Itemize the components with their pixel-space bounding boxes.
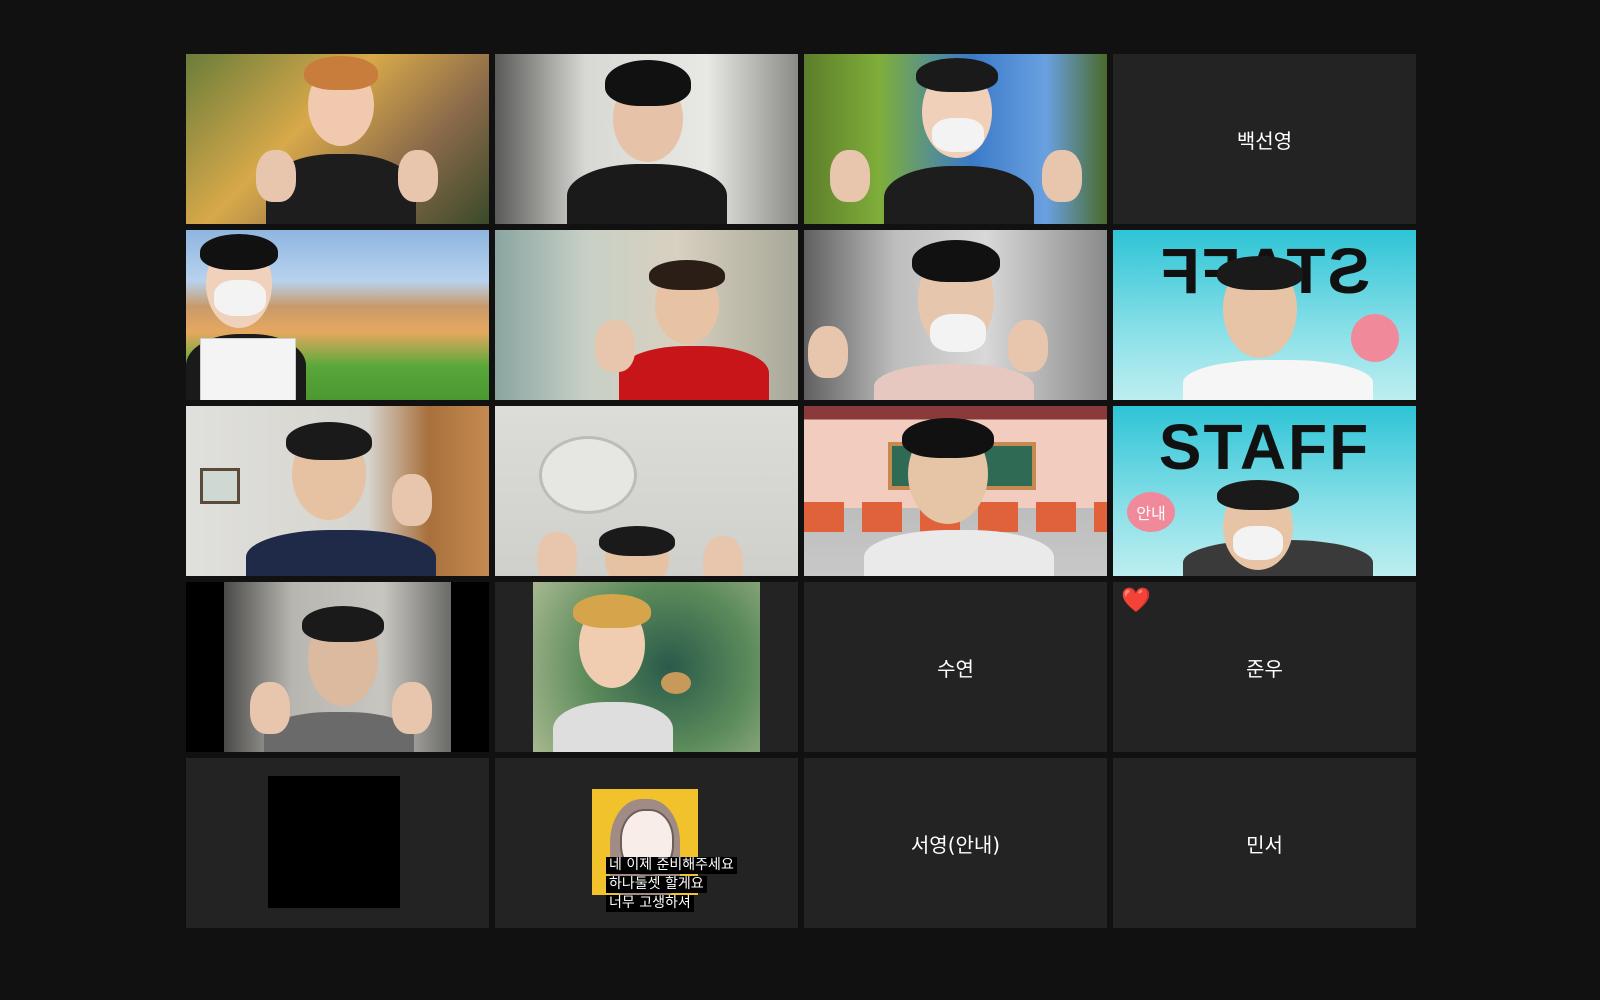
participant-tile-10[interactable] xyxy=(495,406,798,576)
participant-tile-2[interactable] xyxy=(495,54,798,224)
live-captions: 네 이제 준비해주세요 하나둘셋 할게요 너무 고생하셔 xyxy=(606,857,737,912)
participant-tile-6[interactable] xyxy=(495,230,798,400)
video-off-placeholder xyxy=(268,776,400,908)
video-feed xyxy=(804,54,1107,224)
participant-tile-15[interactable]: 수연 xyxy=(804,582,1107,752)
video-feed: STAFF 안내 xyxy=(1113,406,1416,576)
participant-tile-14[interactable] xyxy=(495,582,798,752)
participant-name: 준우 xyxy=(1246,656,1283,681)
video-feed xyxy=(495,406,798,576)
video-feed xyxy=(186,406,489,576)
caption-line: 너무 고생하셔 xyxy=(606,895,694,912)
participant-tile-9[interactable] xyxy=(186,406,489,576)
video-feed: STAFF xyxy=(1113,230,1416,400)
caption-line: 네 이제 준비해주세요 xyxy=(606,857,737,874)
participant-tile-12[interactable]: STAFF 안내 xyxy=(1113,406,1416,576)
participant-name: 수연 xyxy=(937,656,974,681)
participant-tile-20[interactable]: 민서 xyxy=(1113,758,1416,928)
staff-badge: 안내 xyxy=(1127,492,1175,532)
participant-tile-17[interactable] xyxy=(186,758,489,928)
participant-tile-4[interactable]: 백선영 xyxy=(1113,54,1416,224)
video-grid: 백선영 STAFF 안내 수연 ❤️ 준우 서영(안내) 민서 xyxy=(186,54,1416,928)
caption-line: 하나둘셋 할게요 xyxy=(606,876,707,893)
participant-tile-1[interactable] xyxy=(186,54,489,224)
participant-tile-11[interactable] xyxy=(804,406,1107,576)
video-feed xyxy=(804,230,1107,400)
participant-name: 백선영 xyxy=(1236,128,1293,153)
participant-tile-7[interactable] xyxy=(804,230,1107,400)
participant-tile-19[interactable]: 서영(안내) xyxy=(804,758,1107,928)
virtual-background-text: STAFF xyxy=(1158,411,1371,483)
participant-name: 서영(안내) xyxy=(910,832,1001,857)
participant-tile-16[interactable]: ❤️ 준우 xyxy=(1113,582,1416,752)
video-feed xyxy=(186,230,489,400)
video-feed xyxy=(495,54,798,224)
participant-tile-3-active-speaker[interactable] xyxy=(804,54,1107,224)
video-feed xyxy=(495,230,798,400)
participant-tile-5[interactable] xyxy=(186,230,489,400)
video-feed xyxy=(224,582,451,752)
participant-tile-13[interactable] xyxy=(186,582,489,752)
participant-tile-8[interactable]: STAFF xyxy=(1113,230,1416,400)
participant-name: 민서 xyxy=(1246,832,1283,857)
video-feed xyxy=(804,406,1107,576)
video-feed xyxy=(186,54,489,224)
video-feed xyxy=(533,582,760,752)
